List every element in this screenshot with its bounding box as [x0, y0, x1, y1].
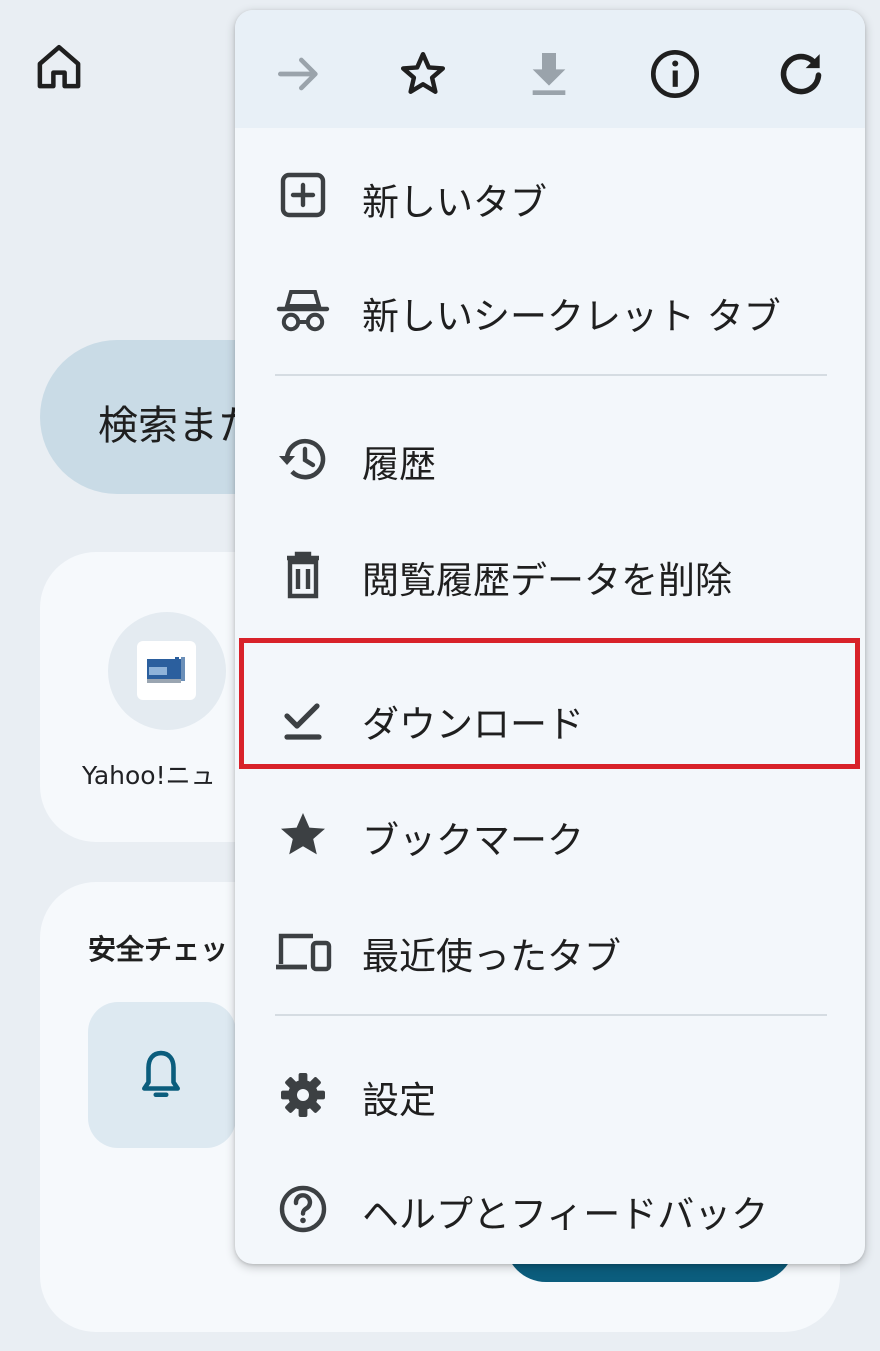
star-outline-icon: [400, 51, 446, 94]
star-filled-icon: [273, 808, 333, 862]
bookmark-page-button[interactable]: [395, 46, 451, 102]
menu-item-label: 新しいタブ: [362, 181, 547, 224]
download-page-button[interactable]: [521, 46, 577, 102]
arrow-right-icon: [278, 57, 318, 91]
menu-item-label: 履歴: [362, 443, 436, 486]
menu-divider: [275, 1014, 827, 1016]
menu-toolbar: [235, 10, 865, 128]
refresh-icon: [780, 53, 822, 95]
menu-item-new-tab[interactable]: 新しいタブ: [235, 142, 865, 252]
forward-button[interactable]: [271, 46, 327, 102]
overflow-menu: 新しいタブ 新しいシークレット タブ 履歴 閲覧履歴データを削除 ダウンロード …: [235, 10, 865, 1264]
menu-item-help-feedback[interactable]: ヘルプとフィードバック: [235, 1154, 865, 1264]
menu-item-new-incognito-tab[interactable]: 新しいシークレット タブ: [235, 256, 865, 366]
page-info-button[interactable]: [647, 46, 703, 102]
menu-item-history[interactable]: 履歴: [235, 404, 865, 514]
shortcut-label: Yahoo!ニュ: [82, 761, 216, 790]
download-icon: [532, 53, 566, 95]
menu-item-label: ヘルプとフィードバック: [362, 1193, 769, 1236]
home-icon: [37, 44, 81, 89]
info-icon: [650, 49, 700, 99]
menu-item-label: 閲覧履歴データを削除: [362, 559, 732, 602]
help-icon: [273, 1182, 333, 1236]
reload-button[interactable]: [773, 46, 829, 102]
bell-icon: [136, 1046, 186, 1106]
gear-icon: [273, 1068, 333, 1122]
menu-item-bookmarks[interactable]: ブックマーク: [235, 780, 865, 890]
menu-item-label: 新しいシークレット タブ: [362, 295, 781, 338]
incognito-icon: [273, 284, 333, 338]
menu-item-recent-tabs[interactable]: 最近使ったタブ: [235, 896, 865, 1006]
highlight-box: [239, 638, 860, 769]
new-tab-icon: [273, 170, 333, 224]
menu-item-label: ブックマーク: [362, 819, 584, 862]
trash-icon: [273, 548, 333, 602]
safety-check-title: 安全チェッ: [88, 933, 229, 966]
menu-item-settings[interactable]: 設定: [235, 1040, 865, 1150]
site-favicon-icon: [137, 641, 196, 700]
menu-item-label: 設定: [362, 1079, 436, 1122]
menu-item-label: 最近使ったタブ: [362, 935, 621, 978]
menu-divider: [275, 374, 827, 376]
home-button[interactable]: [32, 40, 86, 94]
search-placeholder: 検索また: [98, 403, 258, 449]
history-icon: [273, 432, 333, 486]
devices-icon: [273, 924, 333, 978]
menu-item-clear-browsing-data[interactable]: 閲覧履歴データを削除: [235, 520, 865, 630]
